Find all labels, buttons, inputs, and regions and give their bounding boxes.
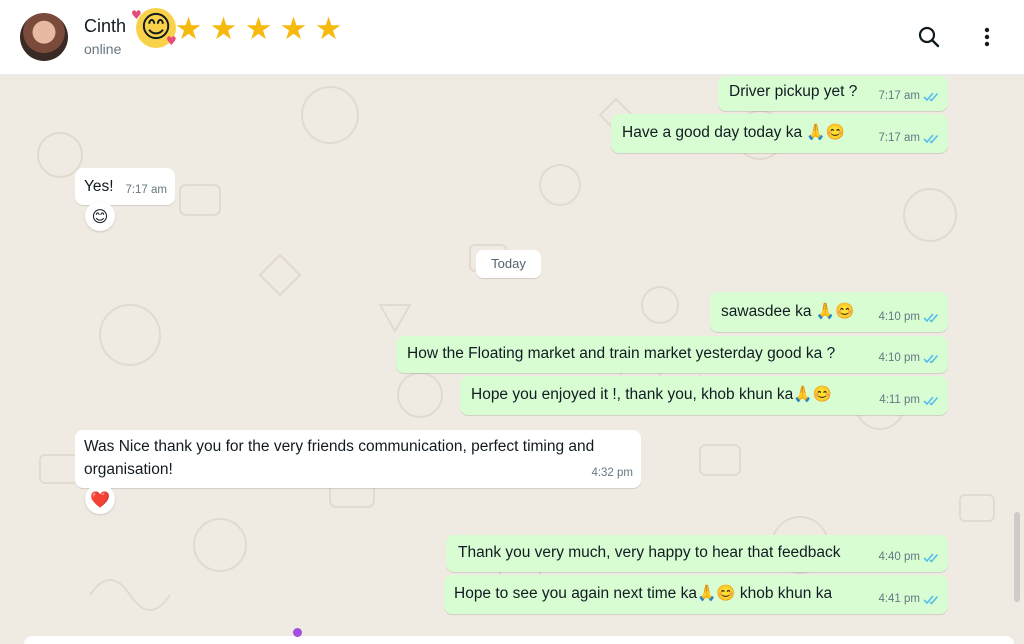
message-time: 7:17 am: [125, 184, 167, 196]
message-text: Hope you enjoyed it !, thank you, khob k…: [471, 386, 832, 403]
star-icon: ★: [279, 11, 308, 47]
scrollbar-thumb[interactable]: [1014, 512, 1020, 602]
double-check-icon: [923, 312, 939, 323]
message-bubble-outgoing[interactable]: How the Floating market and train market…: [396, 336, 948, 373]
message-time: 4:11 pm: [879, 394, 920, 406]
message-text: Yes!: [84, 178, 114, 195]
contact-status: online: [84, 41, 122, 57]
message-time: 4:41 pm: [878, 593, 920, 605]
message-time: 4:40 pm: [878, 551, 920, 563]
double-check-icon: [923, 353, 939, 364]
message-meta: 4:32 pm: [591, 462, 633, 484]
message-text-line: Was Nice thank you for the very friends …: [84, 438, 595, 455]
message-bubble-outgoing[interactable]: Thank you very much, very happy to hear …: [446, 535, 948, 572]
message-text: Hope to see you again next time ka🙏😊 kho…: [454, 585, 833, 602]
message-text: Thank you very much, very happy to hear …: [458, 544, 841, 561]
message-composer[interactable]: [24, 636, 1014, 644]
message-meta: 7:17 am: [878, 85, 940, 107]
message-meta: 4:41 pm: [878, 588, 940, 610]
menu-button[interactable]: [972, 22, 1002, 52]
message-reaction[interactable]: 😊: [85, 201, 115, 231]
search-icon: [918, 26, 940, 48]
message-bubble-outgoing[interactable]: Have a good day today ka 🙏😊 7:17 am: [611, 114, 948, 153]
message-time: 4:10 pm: [878, 352, 920, 364]
double-check-icon: [923, 133, 939, 144]
star-icon: ★: [174, 11, 203, 47]
message-meta: 7:17 am: [125, 179, 167, 201]
double-check-icon: [923, 91, 939, 102]
double-check-icon: [923, 395, 939, 406]
message-bubble-outgoing[interactable]: sawasdee ka 🙏😊 4:10 pm: [710, 292, 948, 332]
message-meta: 7:17 am: [878, 127, 940, 149]
contact-name[interactable]: Cinth: [84, 16, 126, 37]
message-meta: 4:10 pm: [878, 306, 940, 328]
message-bubble-outgoing[interactable]: Driver pickup yet ? 7:17 am: [718, 76, 948, 111]
message-meta: 4:11 pm: [879, 389, 940, 411]
message-time: 7:17 am: [878, 132, 920, 144]
reaction-emoji: ❤️: [90, 489, 110, 509]
message-reaction[interactable]: ❤️: [85, 484, 115, 514]
message-time: 4:10 pm: [878, 311, 920, 323]
message-text-line: organisation!: [84, 461, 173, 478]
message-meta: 4:40 pm: [878, 546, 940, 568]
message-time: 7:17 am: [878, 90, 920, 102]
message-text: sawasdee ka 🙏😊: [721, 303, 855, 320]
message-time: 4:32 pm: [591, 467, 633, 479]
chat-header: Cinth online 😊 ♥ ♥ ★ ★ ★ ★ ★: [0, 0, 1024, 75]
double-check-icon: [923, 594, 939, 605]
message-bubble-outgoing[interactable]: Hope you enjoyed it !, thank you, khob k…: [460, 376, 948, 415]
message-text: How the Floating market and train market…: [407, 345, 836, 362]
contact-avatar[interactable]: [20, 13, 68, 61]
double-check-icon: [923, 552, 939, 563]
composer-indicator-icon: [293, 628, 302, 637]
reaction-emoji: 😊: [91, 206, 109, 226]
heart-icon: ♥: [131, 8, 142, 22]
star-icon: ★: [244, 11, 273, 47]
message-text: Driver pickup yet ?: [729, 83, 858, 100]
search-button[interactable]: [914, 22, 944, 52]
star-icon: ★: [209, 11, 238, 47]
message-bubble-incoming[interactable]: Was Nice thank you for the very friends …: [75, 430, 641, 488]
date-divider: Today: [476, 250, 541, 278]
message-bubble-outgoing[interactable]: Hope to see you again next time ka🙏😊 kho…: [444, 575, 948, 614]
star-icon: ★: [314, 11, 343, 47]
star-rating: ★ ★ ★ ★ ★: [172, 12, 345, 46]
message-meta: 4:10 pm: [878, 347, 940, 369]
message-text: Have a good day today ka 🙏😊: [622, 124, 846, 141]
more-vertical-icon: [984, 27, 990, 47]
message-bubble-incoming[interactable]: Yes! 7:17 am: [75, 168, 175, 205]
